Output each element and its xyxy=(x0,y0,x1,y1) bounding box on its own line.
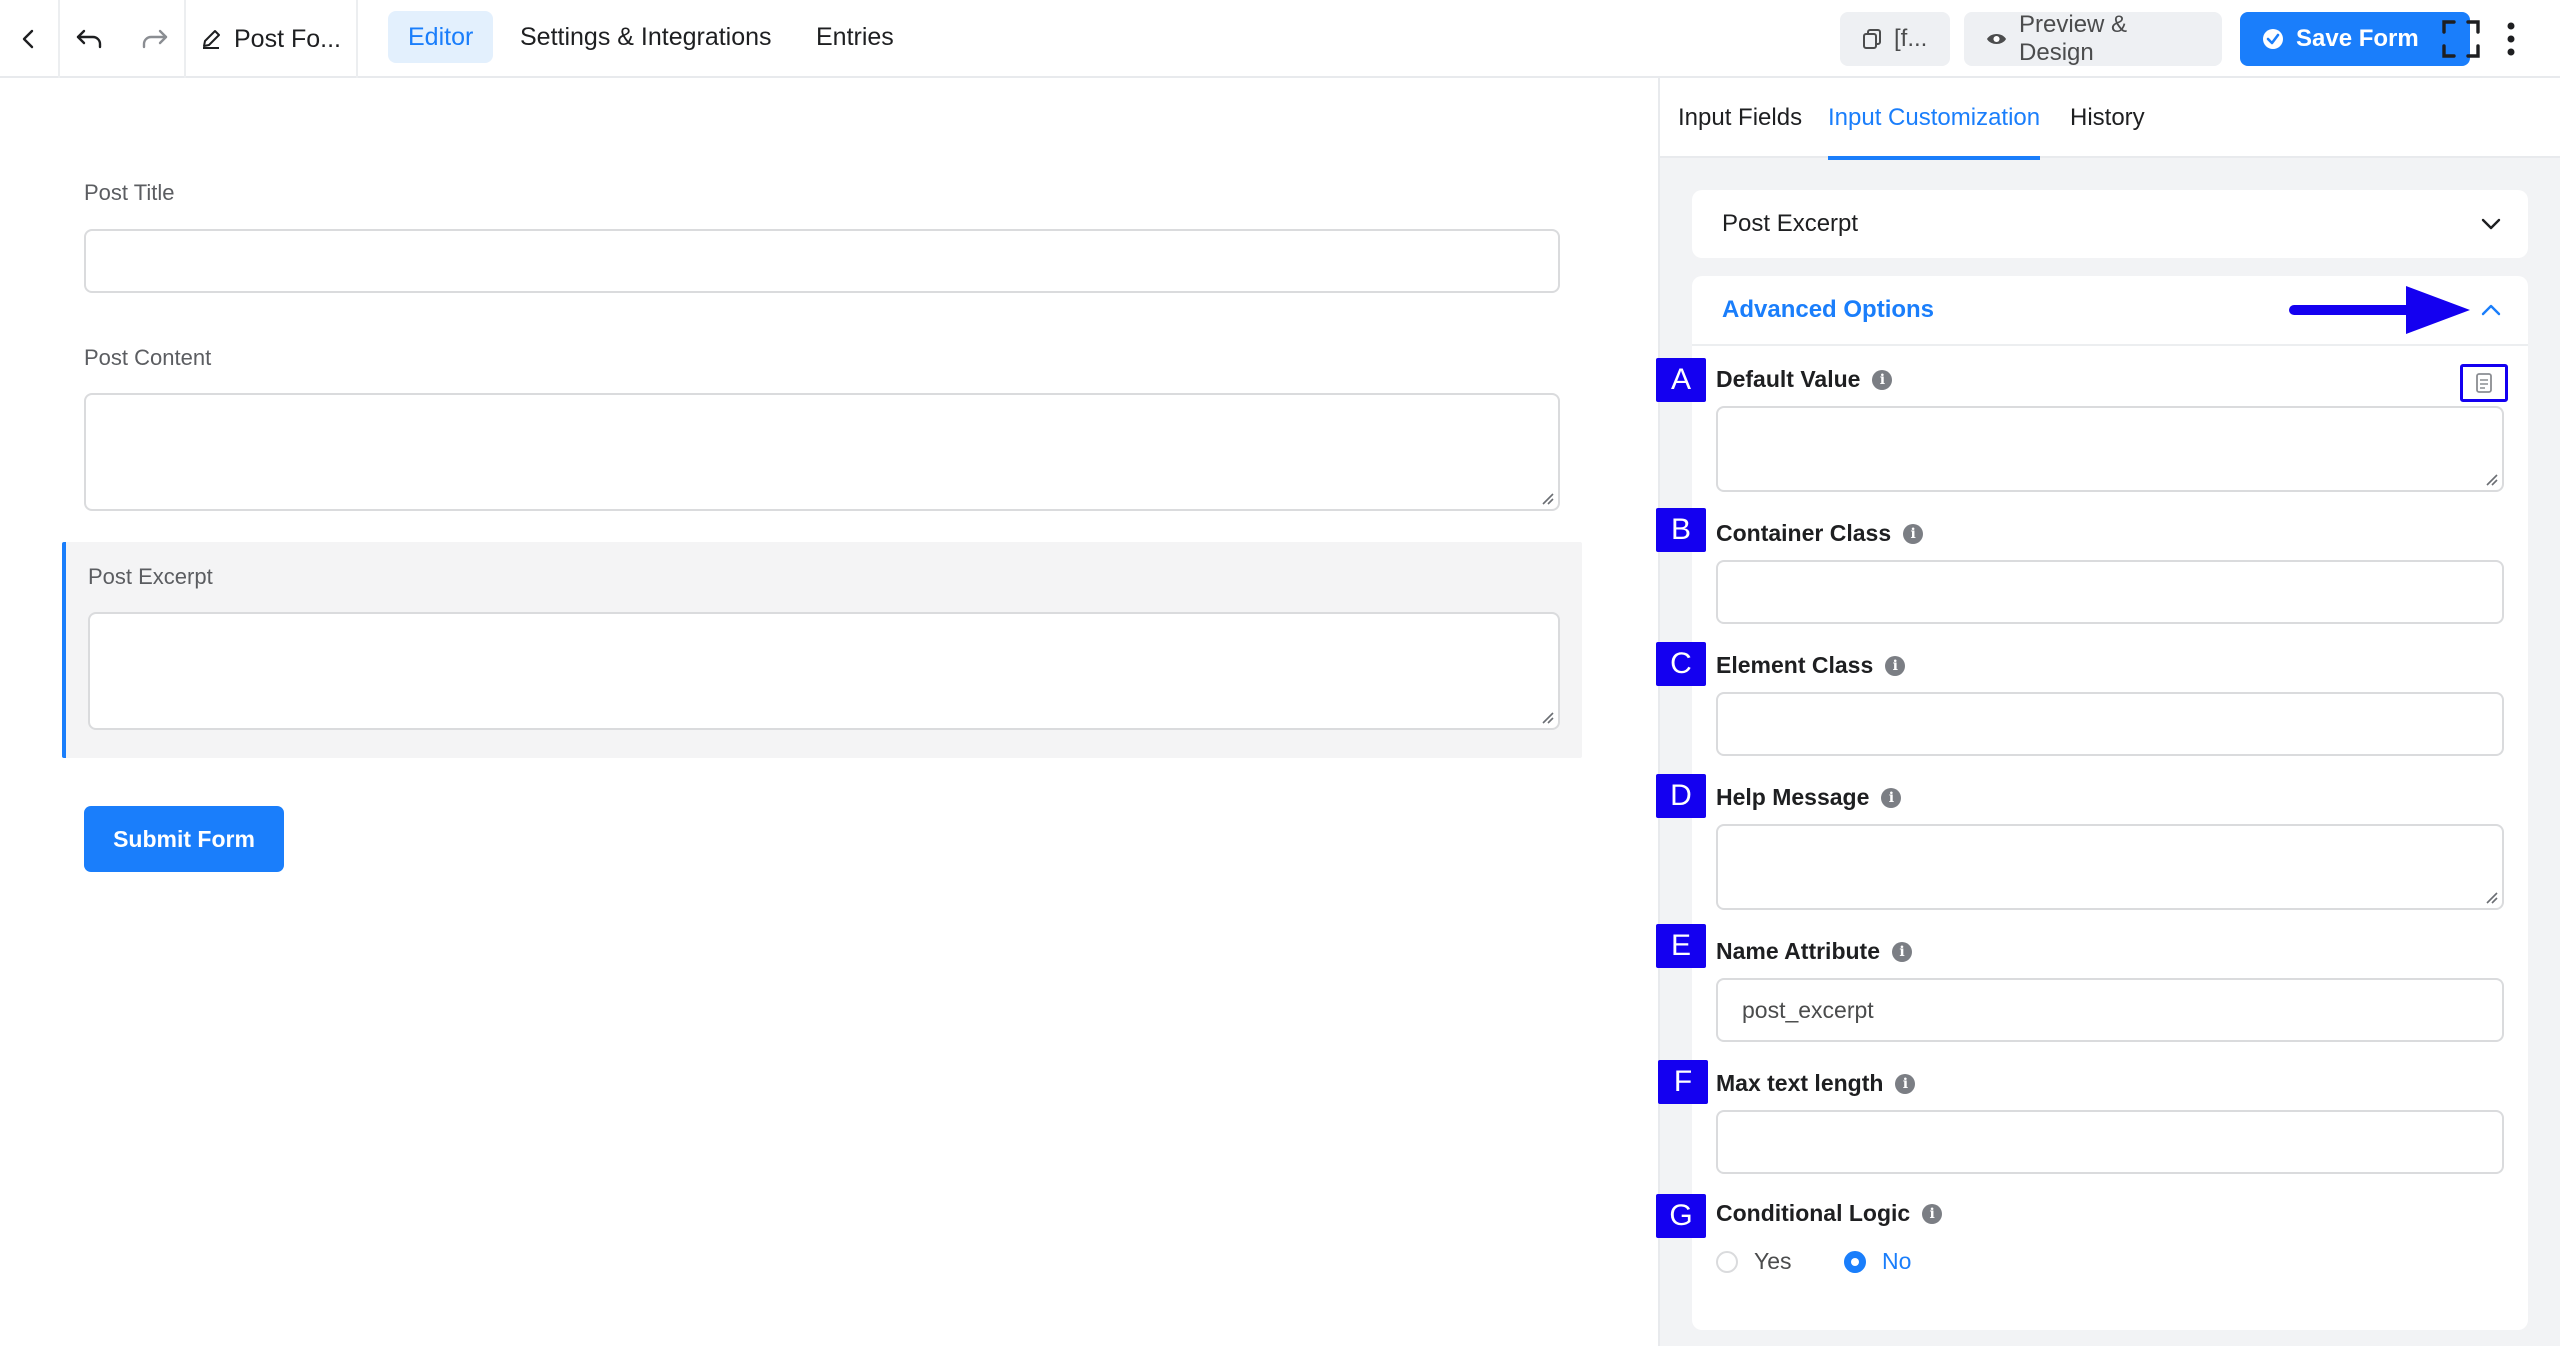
submit-form-button[interactable]: Submit Form xyxy=(84,806,284,872)
top-toolbar: Post Fo... Editor Settings & Integration… xyxy=(0,0,2560,78)
name-attribute-value: post_excerpt xyxy=(1742,996,1874,1023)
tab-history[interactable]: History xyxy=(2070,78,2145,158)
tab-settings-integrations[interactable]: Settings & Integrations xyxy=(500,11,792,63)
save-form-label: Save Form xyxy=(2296,25,2419,52)
container-class-input[interactable] xyxy=(1716,560,2504,624)
panel-tabs: Input Fields Input Customization History xyxy=(1660,78,2560,160)
shortcode-button[interactable]: [f... xyxy=(1840,12,1950,66)
info-icon[interactable]: i xyxy=(1903,523,1924,544)
smart-codes-button[interactable] xyxy=(2460,364,2508,402)
fullscreen-icon[interactable] xyxy=(2436,0,2486,78)
tab-entries[interactable]: Entries xyxy=(796,11,914,63)
tab-input-customization[interactable]: Input Customization xyxy=(1828,78,2041,160)
post-title-label: Post Title xyxy=(84,180,175,205)
name-attribute-text: Name Attribute xyxy=(1716,938,1880,964)
resize-grip-icon[interactable] xyxy=(2484,472,2498,486)
tab-input-fields[interactable]: Input Fields xyxy=(1678,78,1802,158)
eye-icon xyxy=(1986,33,2007,45)
radio-unchecked-icon xyxy=(1716,1250,1738,1273)
tab-editor[interactable]: Editor xyxy=(388,11,494,63)
annotation-badge-d: D xyxy=(1656,774,1706,818)
shortcode-label: [f... xyxy=(1894,25,1928,52)
container-class-text: Container Class xyxy=(1716,520,1892,546)
default-value-text: Default Value xyxy=(1716,366,1861,392)
info-icon[interactable]: i xyxy=(1892,941,1912,962)
default-value-textarea[interactable] xyxy=(1716,406,2504,492)
info-icon[interactable]: i xyxy=(1895,1073,1916,1094)
conditional-logic-label: Conditional Logic i xyxy=(1716,1200,1943,1227)
advanced-options-header[interactable]: Advanced Options xyxy=(1722,276,1934,344)
post-excerpt-label: Post Excerpt xyxy=(88,564,213,589)
element-class-label: Element Class i xyxy=(1716,652,1906,679)
element-class-text: Element Class xyxy=(1716,652,1874,678)
pencil-icon xyxy=(203,30,220,49)
conditional-logic-no-label: No xyxy=(1882,1248,1912,1274)
name-attribute-input[interactable]: post_excerpt xyxy=(1716,978,2504,1042)
conditional-logic-text: Conditional Logic xyxy=(1716,1200,1911,1226)
resize-grip-icon[interactable] xyxy=(1540,710,1554,724)
form-title[interactable]: Post Fo... xyxy=(200,0,341,78)
form-title-text: Post Fo... xyxy=(234,24,341,53)
annotation-badge-b: B xyxy=(1656,508,1706,552)
help-message-text: Help Message xyxy=(1716,784,1870,810)
default-value-label: Default Value i xyxy=(1716,366,1893,393)
redo-icon[interactable] xyxy=(124,0,184,78)
annotation-badge-e: E xyxy=(1656,924,1706,968)
field-select-dropdown[interactable]: Post Excerpt xyxy=(1692,190,2528,258)
field-select-value: Post Excerpt xyxy=(1722,210,1859,237)
chevron-down-icon xyxy=(2481,218,2501,230)
help-message-textarea[interactable] xyxy=(1716,824,2504,910)
back-chevron-icon[interactable] xyxy=(0,0,58,78)
info-icon[interactable]: i xyxy=(1881,787,1902,808)
undo-icon[interactable] xyxy=(60,0,120,78)
info-icon[interactable]: i xyxy=(1885,655,1906,676)
annotation-arrow xyxy=(2289,286,2470,334)
post-content-label: Post Content xyxy=(84,345,212,370)
max-text-length-text: Max text length xyxy=(1716,1070,1884,1096)
post-content-textarea[interactable] xyxy=(84,393,1560,511)
name-attribute-label: Name Attribute i xyxy=(1716,938,1912,965)
document-icon xyxy=(2476,373,2492,393)
conditional-logic-yes-label: Yes xyxy=(1754,1248,1792,1274)
annotation-badge-f: F xyxy=(1658,1060,1708,1104)
conditional-logic-yes-radio[interactable]: Yes xyxy=(1716,1248,1792,1275)
copy-icon xyxy=(1863,29,1881,49)
info-icon[interactable]: i xyxy=(1872,369,1893,390)
post-excerpt-textarea[interactable] xyxy=(88,612,1560,730)
container-class-label: Container Class i xyxy=(1716,520,1924,547)
conditional-logic-no-radio[interactable]: No xyxy=(1844,1248,1911,1275)
chevron-up-icon[interactable] xyxy=(2480,300,2502,320)
annotation-badge-g: G xyxy=(1656,1194,1706,1238)
max-text-length-label: Max text length i xyxy=(1716,1070,1916,1097)
annotation-badge-c: C xyxy=(1656,642,1706,686)
post-title-input[interactable] xyxy=(84,229,1560,293)
annotation-badge-a: A xyxy=(1656,358,1706,402)
help-message-label: Help Message i xyxy=(1716,784,1902,811)
radio-checked-icon xyxy=(1844,1250,1866,1273)
preview-design-label: Preview & Design xyxy=(2019,11,2128,66)
resize-grip-icon[interactable] xyxy=(1540,491,1554,505)
more-vertical-icon[interactable] xyxy=(2496,0,2526,78)
info-icon[interactable]: i xyxy=(1922,1203,1943,1224)
check-circle-icon xyxy=(2263,29,2283,49)
resize-grip-icon[interactable] xyxy=(2484,890,2498,904)
preview-design-button[interactable]: Preview & Design xyxy=(1964,11,2222,66)
element-class-input[interactable] xyxy=(1716,692,2504,756)
max-text-length-input[interactable] xyxy=(1716,1110,2504,1174)
